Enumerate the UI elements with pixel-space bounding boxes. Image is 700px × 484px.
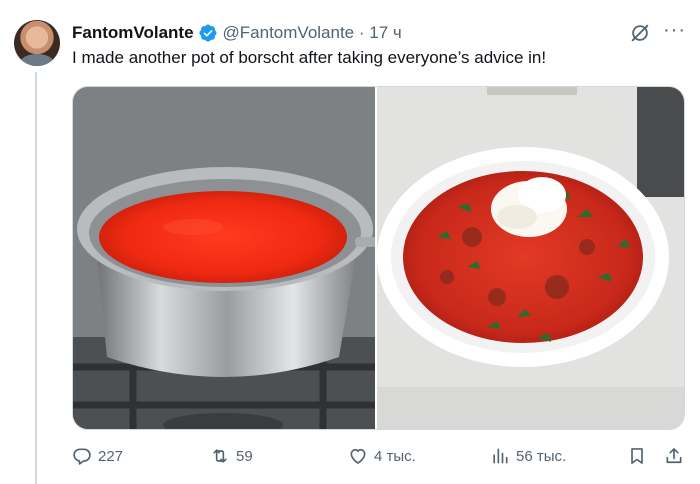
views-count: 56 тыс.	[516, 447, 567, 465]
handle[interactable]: @FantomVolante · 17 ч	[223, 23, 402, 43]
display-name[interactable]: FantomVolante	[72, 23, 194, 43]
verified-badge-icon[interactable]	[198, 23, 218, 43]
retweet-icon	[213, 449, 227, 463]
reply-icon	[73, 448, 91, 465]
grok-icon[interactable]	[629, 22, 651, 44]
tweet-header: FantomVolante @FantomVolante · 17 ч ···	[72, 20, 686, 44]
retweet-button[interactable]: 59	[210, 446, 253, 466]
post-time[interactable]: · 17 ч	[354, 23, 402, 42]
thread-line	[35, 72, 37, 484]
heart-icon	[350, 448, 366, 464]
reply-count: 227	[98, 447, 124, 465]
retweet-count: 59	[236, 447, 253, 465]
avatar-shirt	[20, 54, 54, 66]
share-icon	[666, 448, 682, 464]
like-count: 4 тыс.	[374, 447, 416, 465]
views-button[interactable]: 56 тыс.	[490, 446, 566, 466]
photo-bowl-of-borscht[interactable]	[377, 87, 684, 429]
tweet-text: I made another pot of borscht after taki…	[72, 48, 547, 67]
media-grid	[72, 86, 685, 430]
bookmark-button[interactable]	[627, 446, 653, 466]
tweet-actions: 227 59 4 тыс. 56 тыс.	[72, 446, 686, 472]
share-button[interactable]	[664, 446, 690, 466]
like-button[interactable]: 4 тыс.	[348, 446, 416, 466]
handle-text: @FantomVolante	[222, 23, 355, 42]
reply-button[interactable]: 227	[72, 446, 123, 466]
bookmark-icon	[631, 448, 643, 464]
avatar[interactable]	[14, 20, 60, 66]
more-options-icon[interactable]: ···	[663, 20, 686, 40]
views-chart-icon	[493, 448, 508, 464]
photo-pot-of-borscht[interactable]	[73, 87, 376, 429]
